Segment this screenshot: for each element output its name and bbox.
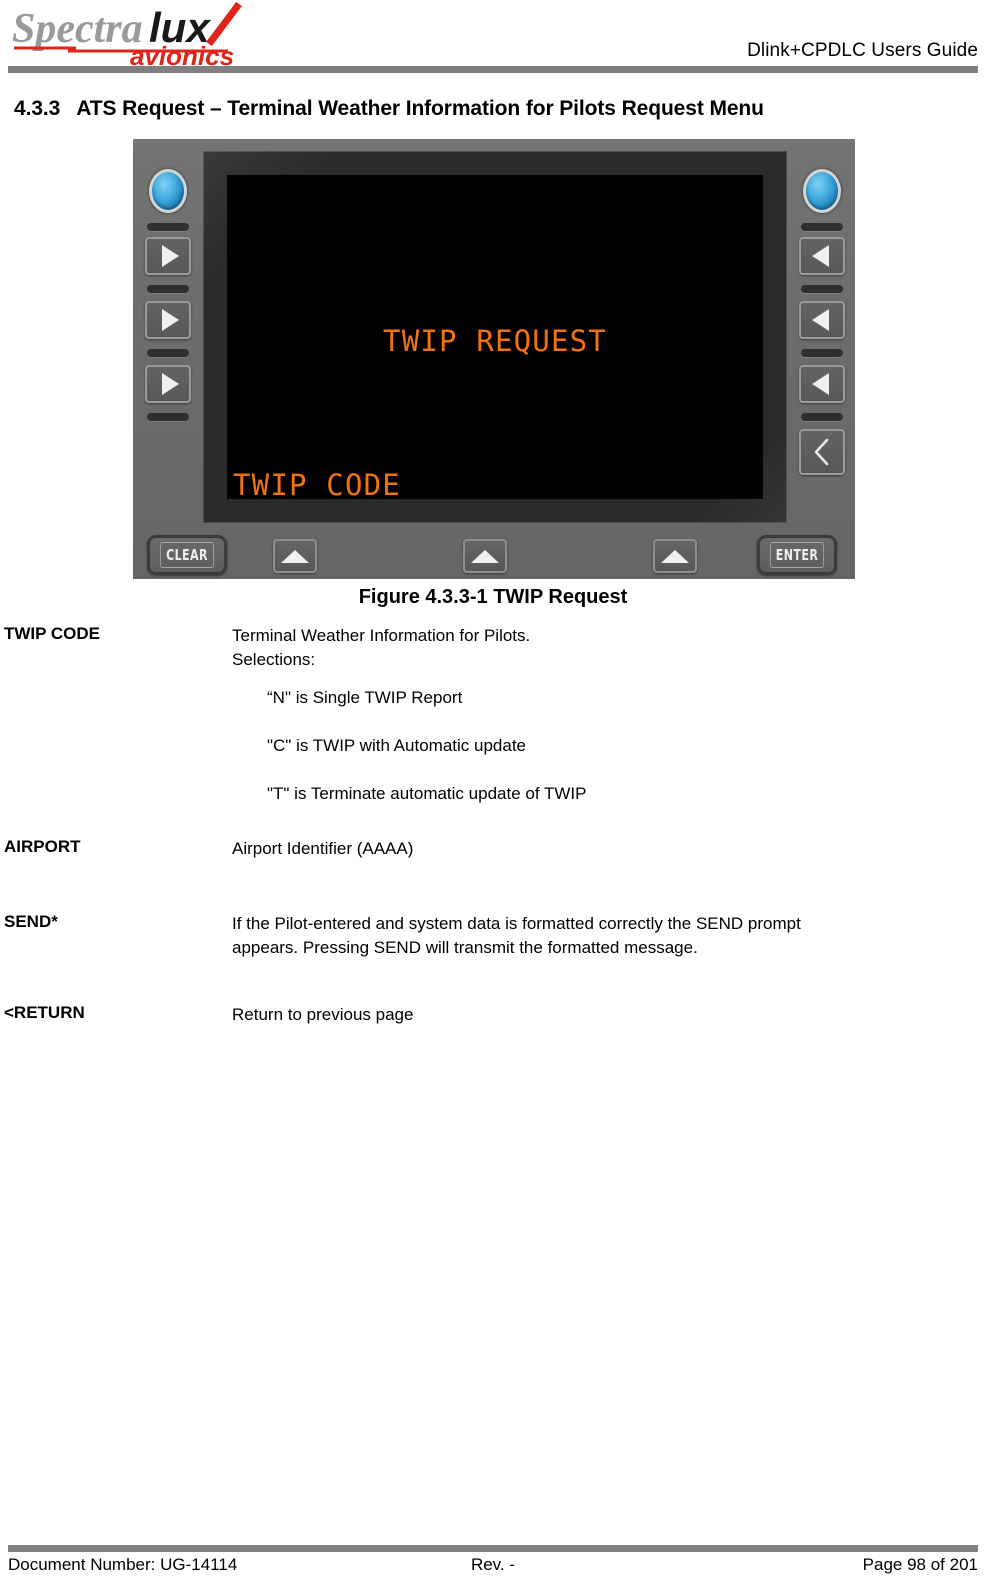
back-key[interactable] <box>799 429 845 475</box>
key-separator-bar <box>801 413 843 421</box>
definition-selection: “N" is Single TWIP Report <box>267 688 463 707</box>
cdu-screen-text: TWIP REQUEST TWIP CODE AIRPORT [N] ---- … <box>227 175 763 499</box>
definition-line: Airport Identifier (AAAA) <box>232 839 414 858</box>
brightness-knob-left[interactable] <box>149 169 187 213</box>
enter-key[interactable]: ENTER <box>757 535 837 575</box>
definition-line: If the Pilot-entered and system data is … <box>232 914 801 933</box>
key-separator-bar <box>147 285 189 293</box>
key-separator-bar <box>147 223 189 231</box>
key-separator-bar <box>801 349 843 357</box>
clear-key-label: CLEAR <box>159 542 215 568</box>
definition-description: Terminal Weather Information for Pilots.… <box>232 624 942 806</box>
definition-term: AIRPORT <box>4 837 81 856</box>
line-select-key-left-3[interactable] <box>145 365 191 403</box>
definition-line: appears. Pressing SEND will transmit the… <box>232 938 698 957</box>
page-header: Spectra lux avionics Dlink+CPDLC Users G… <box>0 0 986 78</box>
screen-title: TWIP REQUEST <box>383 324 607 358</box>
right-arrow-icon <box>161 373 179 395</box>
footer-divider-rule <box>8 1545 978 1552</box>
screen-row-title: TWIP REQUEST <box>233 287 757 358</box>
up-arrow-icon <box>661 549 689 563</box>
document-header-title: Dlink+CPDLC Users Guide <box>747 40 978 61</box>
up-arrow-icon <box>471 549 499 563</box>
scroll-up-key-1[interactable] <box>273 539 317 573</box>
screen-label-twip-code: TWIP CODE <box>233 468 401 499</box>
definition-line: Terminal Weather Information for Pilots. <box>232 626 531 645</box>
cdu-device-figure: TWIP REQUEST TWIP CODE AIRPORT [N] ---- … <box>133 139 855 579</box>
key-separator-bar <box>801 223 843 231</box>
definition-row: AIRPORT Airport Identifier (AAAA) <box>0 837 986 881</box>
definition-term: <RETURN <box>4 1003 85 1022</box>
cdu-screen: TWIP REQUEST TWIP CODE AIRPORT [N] ---- … <box>227 175 763 499</box>
clear-key[interactable]: CLEAR <box>147 535 227 575</box>
definition-selection: "T" is Terminate automatic update of TWI… <box>267 784 587 803</box>
cdu-right-key-column <box>791 151 853 523</box>
line-select-key-right-1[interactable] <box>799 237 845 275</box>
definition-row: TWIP CODE Terminal Weather Information f… <box>0 624 986 806</box>
section-title: ATS Request – Terminal Weather Informati… <box>76 97 764 120</box>
right-arrow-icon <box>161 245 179 267</box>
chevron-left-icon <box>814 438 829 466</box>
definition-term: TWIP CODE <box>4 624 101 643</box>
definition-term: SEND* <box>4 912 58 931</box>
section-number: 4.3.3 <box>14 97 61 120</box>
line-select-key-right-2[interactable] <box>799 301 845 339</box>
up-arrow-icon <box>281 549 309 563</box>
left-arrow-icon <box>811 373 829 395</box>
page-footer: Document Number: UG-14114 Rev. - Page 98… <box>0 1555 986 1580</box>
left-arrow-icon <box>811 245 829 267</box>
figure-caption: Figure 4.3.3-1 TWIP Request <box>358 586 628 608</box>
right-arrow-icon <box>161 309 179 331</box>
definition-description: Airport Identifier (AAAA) <box>232 837 942 861</box>
scroll-up-key-2[interactable] <box>463 539 507 573</box>
line-select-key-left-2[interactable] <box>145 301 191 339</box>
scroll-up-key-3[interactable] <box>653 539 697 573</box>
line-select-key-right-3[interactable] <box>799 365 845 403</box>
enter-key-label: ENTER <box>769 542 825 568</box>
cdu-left-key-column <box>137 151 199 523</box>
line-select-key-left-1[interactable] <box>145 237 191 275</box>
definition-list: TWIP CODE Terminal Weather Information f… <box>0 624 986 1033</box>
cdu-screen-bezel: TWIP REQUEST TWIP CODE AIRPORT [N] ---- … <box>203 151 787 523</box>
footer-page-number: Page 98 of 201 <box>862 1555 978 1574</box>
definition-line: Selections: <box>232 650 316 669</box>
screen-row-labels: TWIP CODE AIRPORT <box>233 431 757 499</box>
key-separator-bar <box>147 349 189 357</box>
brightness-knob-right[interactable] <box>803 169 841 213</box>
spectralux-avionics-logo: Spectra lux avionics <box>10 2 272 66</box>
footer-revision: Rev. - <box>470 1555 516 1574</box>
page-title: 4.3.3 ATS Request – Terminal Weather Info… <box>14 97 764 121</box>
definition-row: <RETURN Return to previous page <box>0 1003 986 1033</box>
definition-line: Return to previous page <box>232 1005 414 1024</box>
definition-description: If the Pilot-entered and system data is … <box>232 912 942 960</box>
definition-row: SEND* If the Pilot-entered and system da… <box>0 912 986 972</box>
svg-text:Spectra: Spectra <box>12 6 143 52</box>
definition-description: Return to previous page <box>232 1003 942 1027</box>
left-arrow-icon <box>811 309 829 331</box>
svg-text:avionics: avionics <box>130 41 234 66</box>
key-separator-bar <box>147 413 189 421</box>
key-separator-bar <box>801 285 843 293</box>
header-divider-rule <box>8 66 978 73</box>
cdu-bottom-key-row: CLEAR ENTER <box>133 531 855 579</box>
definition-selection: "C" is TWIP with Automatic update <box>267 736 526 755</box>
